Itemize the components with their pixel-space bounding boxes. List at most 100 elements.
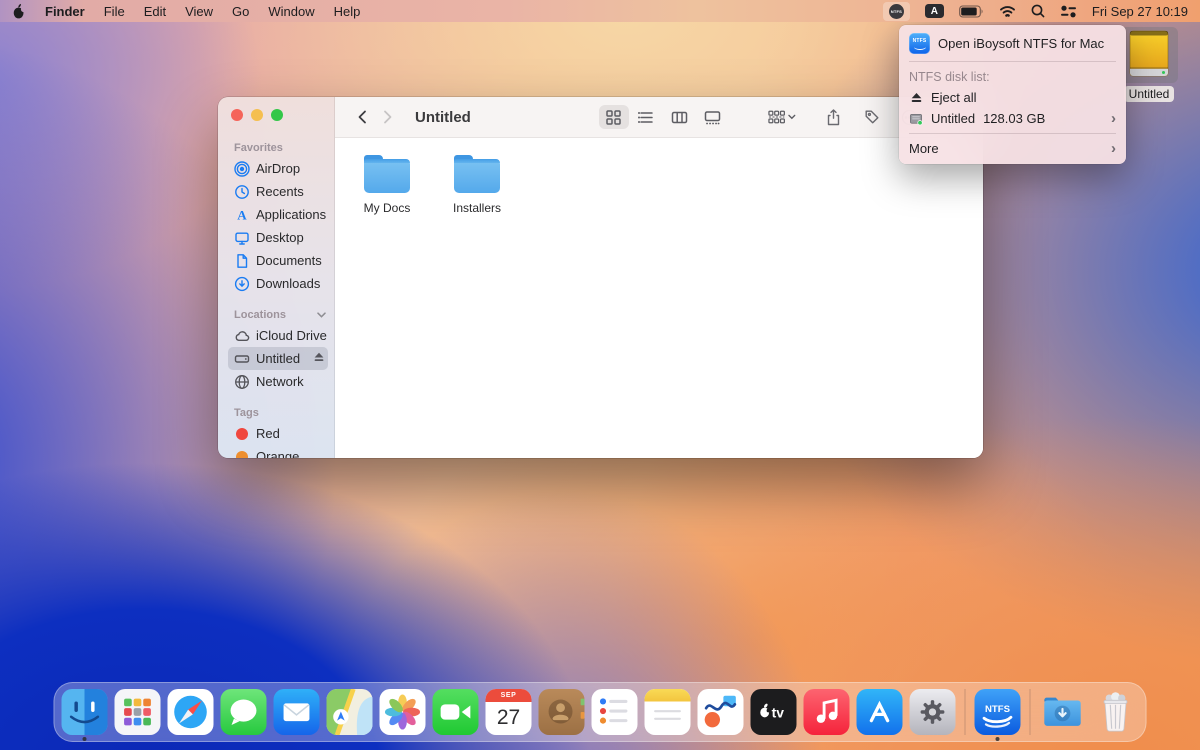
dock-item-notes[interactable]	[645, 689, 691, 735]
photos-icon	[380, 689, 426, 735]
globe-icon	[234, 374, 250, 390]
wifi-icon[interactable]	[999, 5, 1016, 18]
sidebar-item-airdrop[interactable]: AirDrop	[228, 157, 328, 180]
menubar-clock[interactable]: Fri Sep 27 10:19	[1092, 4, 1188, 19]
forward-button[interactable]	[375, 105, 399, 129]
menu-file[interactable]: File	[104, 4, 125, 19]
locations-header: Locations	[234, 308, 326, 322]
menu-go[interactable]: Go	[232, 4, 249, 19]
sidebar-item-untitled[interactable]: Untitled	[228, 347, 328, 370]
folder-item-my-docs[interactable]: My Docs	[342, 159, 432, 215]
menu-view[interactable]: View	[185, 4, 213, 19]
safari-icon	[168, 689, 214, 735]
cloud-icon	[234, 328, 250, 344]
music-icon	[804, 689, 850, 735]
dock-item-apple-tv[interactable]: tv	[751, 689, 797, 735]
svg-text:NTFS: NTFS	[985, 704, 1011, 715]
menu-help[interactable]: Help	[334, 4, 361, 19]
menu-item-eject-all[interactable]: Eject all	[899, 87, 1126, 108]
dock-item-app-store[interactable]	[857, 689, 903, 735]
running-indicator	[83, 737, 87, 741]
sidebar-item-icloud-drive[interactable]: iCloud Drive	[228, 324, 328, 347]
dock-item-music[interactable]	[804, 689, 850, 735]
dock-item-photos[interactable]	[380, 689, 426, 735]
dock-item-facetime[interactable]	[433, 689, 479, 735]
dock-item-messages[interactable]	[221, 689, 267, 735]
control-center-icon[interactable]	[1060, 5, 1077, 18]
sidebar-item-desktop[interactable]: Desktop	[228, 226, 328, 249]
svg-text:A: A	[237, 207, 247, 222]
dock-item-calendar[interactable]: SEP 27	[486, 689, 532, 735]
external-drive-icon	[1127, 30, 1171, 80]
view-switcher	[599, 105, 728, 129]
menu-edit[interactable]: Edit	[144, 4, 166, 19]
messages-icon	[221, 689, 267, 735]
dock-item-freeform[interactable]	[698, 689, 744, 735]
dock-item-iboysoft-ntfs[interactable]: NTFS	[975, 689, 1021, 735]
ntfs-dropdown-menu: NTFS Open iBoysoft NTFS for Mac NTFS dis…	[899, 25, 1126, 164]
group-by-button[interactable]	[768, 105, 796, 129]
hard-drive-icon	[234, 351, 250, 367]
folder-item-installers[interactable]: Installers	[432, 159, 522, 215]
orange-tag-icon	[236, 451, 248, 459]
running-indicator	[996, 737, 1000, 741]
dock-item-system-settings[interactable]	[910, 689, 956, 735]
red-tag-icon	[236, 428, 248, 440]
spotlight-search-icon[interactable]	[1031, 4, 1045, 18]
dock-item-trash[interactable]	[1093, 689, 1139, 735]
eject-icon[interactable]	[313, 351, 325, 366]
tag-button[interactable]	[858, 105, 886, 129]
facetime-icon	[433, 689, 479, 735]
dock-item-mail[interactable]	[274, 689, 320, 735]
folder-content-area[interactable]: My Docs Installers	[335, 138, 983, 458]
sidebar-item-network[interactable]: Network	[228, 370, 328, 393]
folder-label: My Docs	[364, 201, 411, 215]
menu-separator	[909, 61, 1116, 62]
minimize-button[interactable]	[251, 109, 263, 121]
dock-item-reminders[interactable]	[592, 689, 638, 735]
favorites-header: Favorites	[234, 141, 326, 155]
column-view-button[interactable]	[665, 105, 695, 129]
calendar-month: SEP	[486, 689, 532, 702]
dock-separator	[965, 689, 966, 735]
list-view-button[interactable]	[632, 105, 662, 129]
menu-window[interactable]: Window	[268, 4, 314, 19]
document-icon	[234, 253, 250, 269]
icon-view-button[interactable]	[599, 105, 629, 129]
battery-icon[interactable]	[959, 5, 984, 18]
desktop-drive-untitled[interactable]: Untitled	[1117, 27, 1181, 102]
menu-item-disk-untitled[interactable]: Untitled 128.03 GB ›	[899, 108, 1126, 129]
chevron-right-icon: ›	[1111, 141, 1116, 156]
dock-item-finder[interactable]	[62, 689, 108, 735]
gallery-view-button[interactable]	[698, 105, 728, 129]
menu-item-open-app[interactable]: NTFS Open iBoysoft NTFS for Mac	[899, 30, 1126, 57]
dock-item-safari[interactable]	[168, 689, 214, 735]
sidebar-item-downloads[interactable]: Downloads	[228, 272, 328, 295]
input-source-icon[interactable]: A	[925, 4, 944, 18]
system-settings-icon	[910, 689, 956, 735]
disk-icon	[909, 112, 923, 126]
dock-item-launchpad[interactable]	[115, 689, 161, 735]
sidebar-tag-red[interactable]: Red	[228, 422, 328, 445]
finder-sidebar: Favorites AirDrop Recents A Applications…	[218, 97, 335, 458]
apple-tv-icon: tv	[751, 689, 797, 735]
dock-item-downloads-folder[interactable]	[1040, 689, 1086, 735]
applications-icon: A	[234, 207, 250, 223]
menu-finder[interactable]: Finder	[45, 4, 85, 19]
close-button[interactable]	[231, 109, 243, 121]
back-button[interactable]	[351, 105, 375, 129]
sidebar-item-recents[interactable]: Recents	[228, 180, 328, 203]
sidebar-item-applications[interactable]: A Applications	[228, 203, 328, 226]
sidebar-tag-orange[interactable]: Orange	[228, 445, 328, 458]
dock-item-maps[interactable]	[327, 689, 373, 735]
share-button[interactable]	[820, 105, 848, 129]
menu-item-more[interactable]: More ›	[899, 138, 1126, 159]
svg-text:tv: tv	[772, 704, 785, 720]
sidebar-item-documents[interactable]: Documents	[228, 249, 328, 272]
chevron-down-icon[interactable]	[317, 309, 326, 321]
ntfs-menubar-icon[interactable]: NTFS	[883, 2, 910, 21]
zoom-button[interactable]	[271, 109, 283, 121]
dock-item-contacts[interactable]	[539, 689, 585, 735]
apple-logo-icon[interactable]	[12, 3, 26, 19]
folder-label: Installers	[453, 201, 501, 215]
